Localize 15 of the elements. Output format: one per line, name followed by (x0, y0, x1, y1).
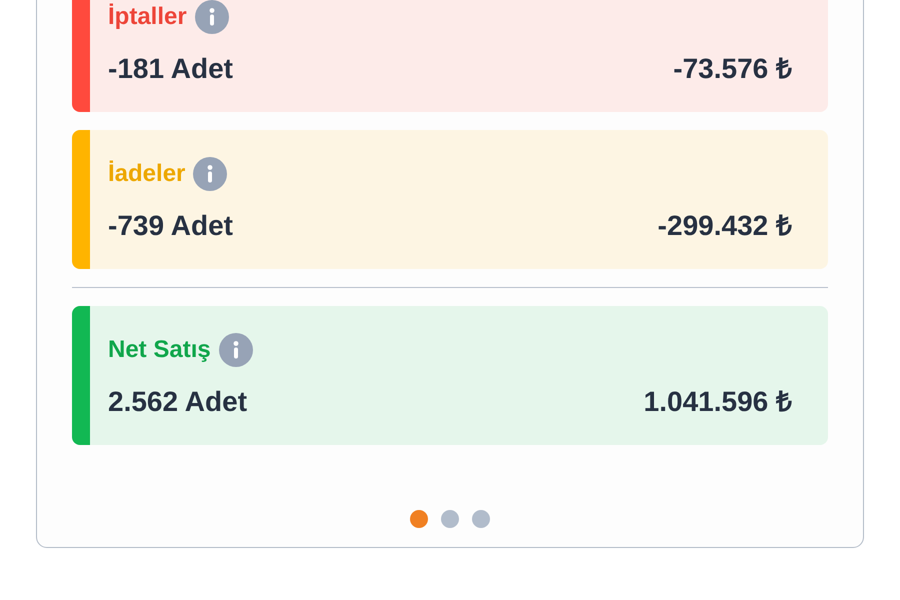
quantity-text: 2.562 Adet (108, 385, 248, 419)
page-dot[interactable] (441, 510, 459, 528)
info-icon[interactable] (193, 157, 228, 191)
info-icon[interactable] (218, 333, 253, 367)
amount-text: -73.576 ₺ (673, 52, 792, 86)
amount-text: 1.041.596 ₺ (644, 385, 792, 419)
amount-text: -299.432 ₺ (658, 209, 792, 243)
page-dot[interactable] (472, 510, 490, 528)
quantity-text: -181 Adet (108, 52, 234, 86)
metric-title: İptaller (108, 2, 187, 32)
metric-title: Net Satış (108, 335, 211, 365)
page-dot[interactable] (410, 510, 428, 528)
metric-title: İadeler (108, 159, 186, 189)
quantity-text: -739 Adet (108, 209, 234, 243)
info-icon[interactable] (194, 0, 229, 34)
